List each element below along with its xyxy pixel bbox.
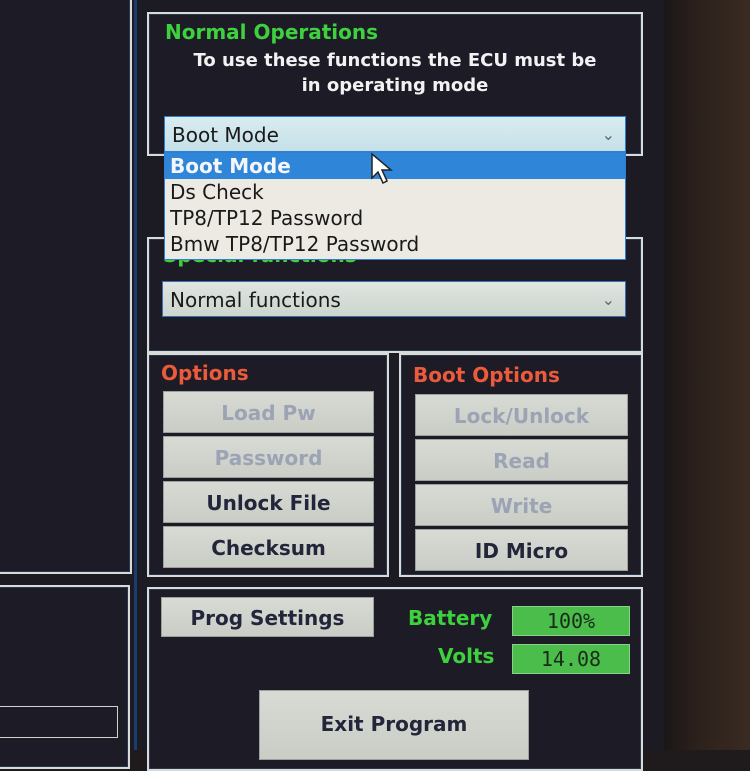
monitor-bezel — [664, 0, 750, 750]
load-pw-button[interactable]: Load Pw — [163, 391, 374, 433]
selected-value: Normal functions — [170, 288, 341, 312]
battery-value: 100% — [512, 606, 630, 636]
chevron-down-icon[interactable]: ⌄ — [602, 282, 615, 318]
left-status-field — [0, 706, 118, 738]
volts-value: 14.08 — [512, 644, 630, 674]
selected-value: Boot Mode — [172, 123, 279, 147]
volts-label: Volts — [438, 644, 495, 668]
password-button[interactable]: Password — [163, 436, 374, 478]
dropdown-option[interactable]: Bmw TP8/TP12 Password — [165, 231, 625, 257]
chevron-down-icon[interactable]: ⌄ — [602, 117, 615, 153]
read-button[interactable]: Read — [415, 439, 628, 481]
left-lower-panel — [0, 585, 130, 769]
left-panel — [0, 0, 132, 574]
options-title: Options — [161, 361, 249, 385]
mouse-cursor-icon — [371, 152, 394, 185]
boot-options-title: Boot Options — [413, 363, 560, 387]
battery-label: Battery — [408, 606, 493, 630]
checksum-button[interactable]: Checksum — [163, 526, 374, 568]
normal-operations-description: To use these functions the ECU must be i… — [149, 48, 641, 98]
normal-operations-title: Normal Operations — [165, 20, 379, 44]
prog-settings-button[interactable]: Prog Settings — [161, 597, 374, 637]
unlock-file-button[interactable]: Unlock File — [163, 481, 374, 523]
id-micro-button[interactable]: ID Micro — [415, 529, 628, 571]
write-button[interactable]: Write — [415, 484, 628, 526]
special-functions-select[interactable]: Normal functions ⌄ — [162, 281, 626, 317]
app-screen: Normal Operations To use these functions… — [0, 0, 664, 771]
normal-operations-select[interactable]: Boot Mode ⌄ — [164, 116, 626, 152]
panel-divider — [134, 0, 137, 750]
description-line-2: in operating mode — [301, 75, 489, 96]
dropdown-option[interactable]: TP8/TP12 Password — [165, 205, 625, 231]
description-line-1: To use these functions the ECU must be — [193, 50, 597, 71]
lock-unlock-button[interactable]: Lock/Unlock — [415, 394, 628, 436]
